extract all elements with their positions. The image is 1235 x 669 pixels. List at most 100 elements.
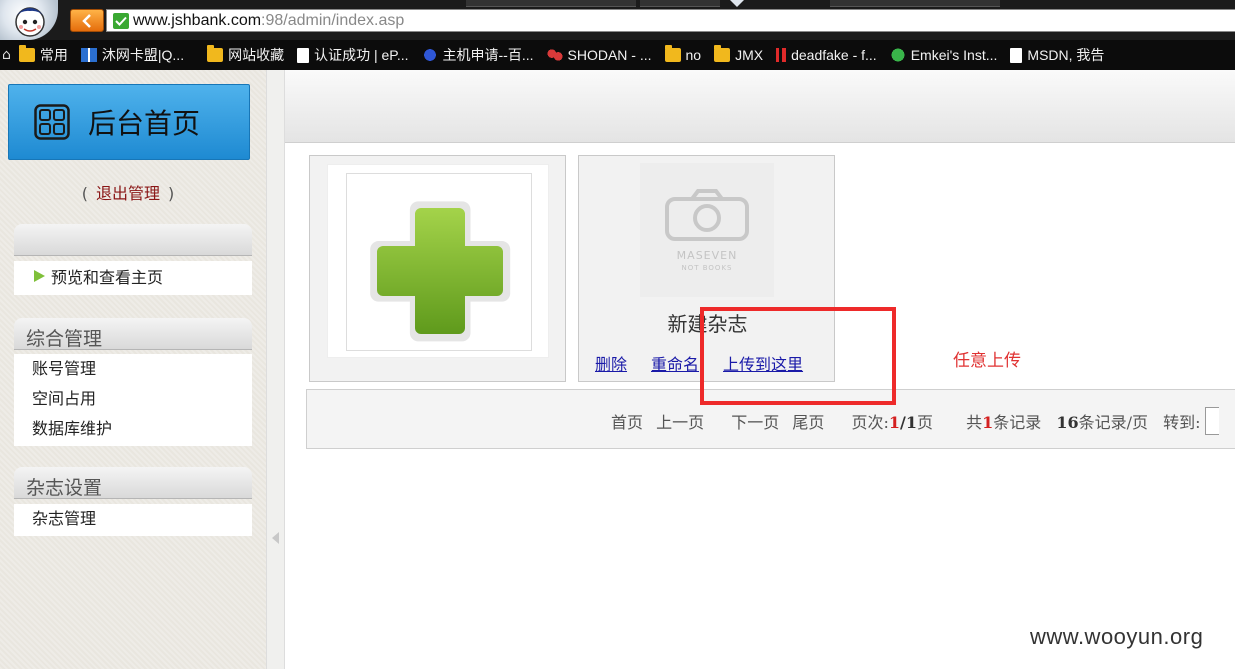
bookmark-label: MSDN, 我告 bbox=[1027, 47, 1105, 63]
per-page-suffix: 条记录/页 bbox=[1078, 413, 1149, 432]
sidebar-splitter[interactable] bbox=[266, 70, 285, 669]
page-icon bbox=[297, 47, 310, 63]
per-page-count: 16 bbox=[1056, 413, 1079, 432]
watermark-text: www.wooyun.org bbox=[1030, 624, 1204, 649]
page-suffix: 页 bbox=[916, 413, 933, 432]
cover-brand-text: MASEVEN bbox=[676, 249, 738, 262]
total-prefix: 共 bbox=[966, 413, 983, 432]
folder-icon bbox=[714, 45, 731, 62]
dashboard-grid-icon bbox=[34, 104, 70, 140]
jump-page-input[interactable] bbox=[1204, 406, 1219, 435]
first-page-link[interactable]: 首页 bbox=[611, 413, 643, 432]
address-bar[interactable]: www.jshbank.com:98/admin/index.asp bbox=[106, 9, 1235, 32]
rename-link[interactable]: 重命名 bbox=[651, 355, 699, 374]
bookmark-label: SHODAN - ... bbox=[567, 47, 652, 63]
bookmark-item[interactable]: 网站收藏 bbox=[207, 45, 284, 65]
pagination: 首页 上一页 下一页 尾页 页次:1/1页 共1条记录 16条记录/页 转到: bbox=[611, 406, 1219, 438]
paren-open: ( bbox=[81, 184, 88, 203]
home-icon[interactable]: ⌂ bbox=[2, 47, 11, 63]
admin-home-button[interactable]: 后台首页 bbox=[8, 84, 250, 160]
green-flag-icon bbox=[34, 270, 45, 282]
collapse-arrow-icon[interactable] bbox=[272, 532, 279, 544]
emkei-icon bbox=[889, 48, 906, 62]
bookmark-label: 认证成功 | eP... bbox=[314, 47, 409, 63]
nav-database-maintenance[interactable]: 数据库维护 bbox=[14, 414, 252, 444]
last-page-link[interactable]: 尾页 bbox=[792, 413, 824, 432]
delete-link[interactable]: 删除 bbox=[595, 355, 627, 374]
secure-check-icon bbox=[113, 12, 129, 29]
new-magazine-frame bbox=[327, 164, 549, 358]
total-suffix: 条记录 bbox=[993, 413, 1042, 432]
page-total: /1 bbox=[899, 413, 917, 432]
bookmark-item[interactable]: SHODAN - ... bbox=[546, 47, 652, 63]
bookmark-label: 常用 bbox=[39, 47, 68, 63]
section-body-preview: 预览和查看主页 bbox=[14, 261, 252, 295]
bookmark-label: 网站收藏 bbox=[228, 47, 285, 63]
section-header-magazine[interactable]: 杂志设置 bbox=[14, 467, 252, 499]
tab-strip[interactable] bbox=[466, 0, 636, 7]
admin-sidebar: 后台首页 ( 退出管理) 预览和查看主页 综合管理 账号管理 空间占用 数据库维护… bbox=[0, 70, 266, 669]
page-icon bbox=[1010, 47, 1023, 63]
green-plus-icon bbox=[370, 201, 511, 342]
bookmarks-bar: ⌂ 常用 沐网卡盟|Q... 网站收藏 认证成功 | eP... 主机申请--百… bbox=[0, 40, 1235, 70]
section-body-general: 账号管理 空间占用 数据库维护 bbox=[14, 354, 252, 446]
bookmark-label: no bbox=[685, 47, 702, 63]
tab-strip[interactable] bbox=[640, 0, 720, 7]
bars-icon bbox=[776, 48, 787, 62]
section-body-magazine: 杂志管理 bbox=[14, 504, 252, 536]
section-header-general[interactable]: 综合管理 bbox=[14, 318, 252, 350]
bookmark-item[interactable]: MSDN, 我告 bbox=[1010, 45, 1104, 65]
nav-magazine-management[interactable]: 杂志管理 bbox=[14, 504, 252, 534]
bookmark-label: JMX bbox=[735, 47, 764, 63]
bookmark-label: 主机申请--百... bbox=[442, 47, 534, 63]
page-indicator: 页次:1/1页 bbox=[851, 413, 933, 432]
site-icon bbox=[80, 48, 97, 62]
nav-preview-homepage[interactable]: 预览和查看主页 bbox=[14, 263, 252, 293]
cover-sub-text: NOT BOOKS bbox=[681, 264, 733, 272]
baidu-paw-icon bbox=[421, 48, 438, 62]
magazine-cover[interactable]: MASEVEN NOT BOOKS bbox=[640, 163, 774, 297]
back-button[interactable] bbox=[70, 9, 104, 32]
url-text[interactable]: www.jshbank.com:98/admin/index.asp bbox=[133, 12, 404, 30]
bookmark-item[interactable]: 认证成功 | eP... bbox=[297, 45, 409, 65]
folder-icon bbox=[207, 45, 224, 62]
bookmark-item[interactable]: 常用 bbox=[18, 45, 68, 65]
jump-label: 转到: bbox=[1163, 413, 1201, 432]
per-page: 16条记录/页 bbox=[1056, 413, 1148, 432]
browser-toolbar: www.jshbank.com:98/admin/index.asp bbox=[0, 0, 1235, 40]
active-tab-indicator bbox=[730, 0, 744, 7]
new-magazine-inner bbox=[346, 173, 532, 351]
section-title: 综合管理 bbox=[26, 328, 103, 350]
profile-avatar[interactable] bbox=[0, 0, 58, 40]
tab-strip[interactable] bbox=[830, 0, 1000, 7]
logout-row: ( 退出管理) bbox=[0, 180, 256, 204]
main-header bbox=[285, 70, 1235, 143]
new-magazine-card[interactable] bbox=[309, 155, 566, 382]
folder-icon bbox=[18, 45, 35, 62]
record-count: 共1条记录 bbox=[966, 413, 1041, 432]
annotation-text: 任意上传 bbox=[953, 351, 1021, 371]
section-title: 杂志设置 bbox=[26, 477, 103, 499]
page-current: 1 bbox=[888, 413, 900, 432]
page-prefix: 页次: bbox=[851, 413, 889, 432]
bookmark-label: Emkei's Inst... bbox=[910, 47, 998, 63]
prev-page-link[interactable]: 上一页 bbox=[656, 413, 704, 432]
bookmark-item[interactable]: 主机申请--百... bbox=[421, 45, 534, 65]
bookmark-item[interactable]: JMX bbox=[714, 45, 764, 63]
bookmark-label: deadfake - f... bbox=[791, 47, 877, 63]
bookmark-item[interactable]: 沐网卡盟|Q... bbox=[80, 45, 185, 65]
annotation-highlight-box bbox=[700, 307, 896, 405]
bookmark-item[interactable]: Emkei's Inst... bbox=[889, 47, 998, 63]
nav-label: 预览和查看主页 bbox=[51, 268, 164, 287]
bookmark-item[interactable]: no bbox=[664, 45, 702, 63]
paren-close: ) bbox=[168, 184, 175, 203]
total-count: 1 bbox=[982, 413, 994, 432]
shodan-icon bbox=[546, 48, 563, 62]
nav-account-management[interactable]: 账号管理 bbox=[14, 354, 252, 384]
logout-link[interactable]: 退出管理 bbox=[96, 184, 160, 203]
bookmark-label: 沐网卡盟|Q... bbox=[101, 47, 185, 63]
next-page-link[interactable]: 下一页 bbox=[731, 413, 779, 432]
section-header-preview[interactable] bbox=[14, 224, 252, 256]
bookmark-item[interactable]: deadfake - f... bbox=[776, 47, 877, 63]
nav-space-usage[interactable]: 空间占用 bbox=[14, 384, 252, 414]
